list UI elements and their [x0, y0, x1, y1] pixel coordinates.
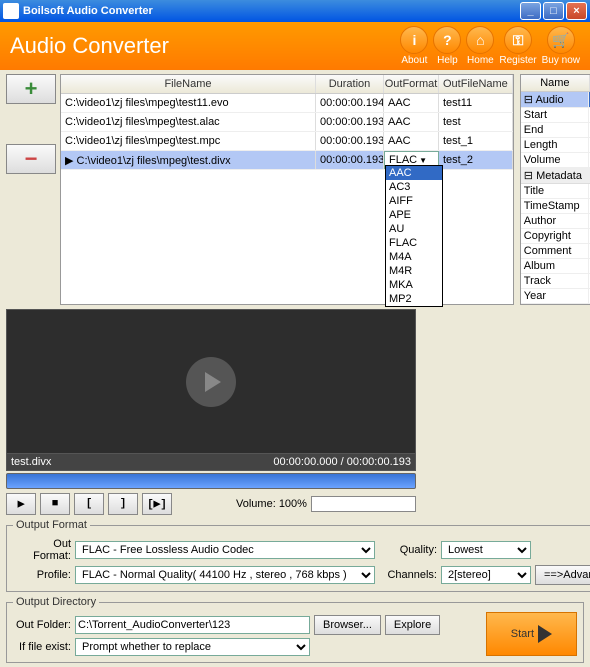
help-icon: ?	[433, 26, 461, 54]
ifexist-select[interactable]: Prompt whether to replace	[75, 638, 310, 656]
output-format-group: Output Format Out Format: FLAC - Free Lo…	[6, 519, 590, 592]
register-icon: ⚿	[504, 26, 532, 54]
dropdown-option[interactable]: MKA	[386, 278, 442, 292]
channels-select[interactable]: 2[stereo]	[441, 566, 531, 584]
dropdown-option[interactable]: MP2	[386, 292, 442, 306]
browse-button[interactable]: Browser...	[314, 615, 381, 635]
prop-row[interactable]: Track	[521, 274, 590, 289]
dropdown-option[interactable]: M4R	[386, 264, 442, 278]
outformat-label: Out Format:	[13, 538, 71, 562]
quality-label: Quality:	[379, 544, 437, 556]
quality-select[interactable]: Lowest	[441, 541, 531, 559]
col-outfilename[interactable]: OutFileName	[439, 75, 513, 93]
format-dropdown[interactable]: AACAC3AIFFAPEAUFLACM4AM4RMKAMP2	[385, 165, 443, 307]
preview-panel: test.divx 00:00:00.000 / 00:00:00.193 ▶ …	[6, 309, 416, 515]
mark-out-button[interactable]: ]	[108, 493, 138, 515]
start-button[interactable]: Start	[486, 612, 577, 656]
outfolder-input[interactable]	[75, 616, 310, 634]
volume-slider[interactable]	[311, 496, 416, 512]
col-filename[interactable]: FileName	[61, 75, 316, 93]
preview-filename: test.divx	[11, 456, 51, 468]
app-title: Audio Converter	[10, 33, 400, 59]
header: Audio Converter iAbout?Help⌂Home⚿Registe…	[0, 22, 590, 70]
dropdown-option[interactable]: FLAC	[386, 236, 442, 250]
prop-row[interactable]: Album	[521, 259, 590, 274]
outformat-select[interactable]: FLAC - Free Lossless Audio Codec	[75, 541, 375, 559]
channels-label: Channels:	[379, 569, 437, 581]
explore-button[interactable]: Explore	[385, 615, 440, 635]
prop-row[interactable]: Start00:00:00.000	[521, 108, 590, 123]
file-table: FileName Duration OutFormat OutFileName …	[60, 74, 514, 305]
minimize-button[interactable]: _	[520, 2, 541, 20]
prop-category-metadata[interactable]: ⊟ Metadata	[521, 168, 590, 184]
stop-button[interactable]: ■	[40, 493, 70, 515]
prop-row[interactable]: Length00:00:00.193	[521, 138, 590, 153]
prop-row[interactable]: Author	[521, 214, 590, 229]
output-format-legend: Output Format	[13, 519, 90, 531]
table-row[interactable]: C:\video1\zj files\mpeg\test.alac00:00:0…	[61, 113, 513, 132]
prop-row[interactable]: Comment	[521, 244, 590, 259]
add-file-button[interactable]: +	[6, 74, 56, 104]
remove-file-button[interactable]: −	[6, 144, 56, 174]
table-row[interactable]: ▶ C:\video1\zj files\mpeg\test.divx00:00…	[61, 151, 513, 170]
outfolder-label: Out Folder:	[13, 619, 71, 631]
mark-in-button[interactable]: [	[74, 493, 104, 515]
start-arrow-icon	[538, 625, 552, 643]
table-row[interactable]: C:\video1\zj files\mpeg\test11.evo00:00:…	[61, 94, 513, 113]
dropdown-option[interactable]: APE	[386, 208, 442, 222]
prop-row[interactable]: Title	[521, 184, 590, 199]
col-duration[interactable]: Duration	[316, 75, 384, 93]
buy now-icon: 🛒	[547, 26, 575, 54]
header-buy-now-button[interactable]: 🛒Buy now	[542, 26, 580, 66]
app-icon	[3, 3, 19, 19]
volume-label: Volume: 100%	[236, 498, 307, 510]
next-button[interactable]: [▶]	[142, 493, 172, 515]
output-directory-legend: Output Directory	[13, 596, 99, 608]
table-row[interactable]: C:\video1\zj files\mpeg\test.mpc00:00:00…	[61, 132, 513, 151]
output-directory-group: Output Directory Out Folder: Browser... …	[6, 596, 584, 663]
prop-row[interactable]: ⊟ Audio1	[521, 92, 590, 108]
dropdown-option[interactable]: AU	[386, 222, 442, 236]
play-button[interactable]: ▶	[6, 493, 36, 515]
header-home-button[interactable]: ⌂Home	[466, 26, 494, 66]
header-about-button[interactable]: iAbout	[400, 26, 428, 66]
ifexist-label: If file exist:	[13, 641, 71, 653]
col-outformat[interactable]: OutFormat	[384, 75, 439, 93]
header-register-button[interactable]: ⚿Register	[499, 26, 536, 66]
prop-row[interactable]: TimeStamp	[521, 199, 590, 214]
dropdown-option[interactable]: AC3	[386, 180, 442, 194]
prop-row[interactable]: Copyright	[521, 229, 590, 244]
play-overlay-icon[interactable]	[186, 357, 236, 407]
prop-row[interactable]: VolumeNormal	[521, 153, 590, 168]
home-icon: ⌂	[466, 26, 494, 54]
titlebar: Boilsoft Audio Converter _ □ ×	[0, 0, 590, 22]
dropdown-option[interactable]: M4A	[386, 250, 442, 264]
advance-button[interactable]: ==>Advance	[535, 565, 590, 585]
profile-label: Profile:	[13, 569, 71, 581]
header-help-button[interactable]: ?Help	[433, 26, 461, 66]
dropdown-option[interactable]: AIFF	[386, 194, 442, 208]
window-title: Boilsoft Audio Converter	[23, 5, 520, 17]
dropdown-option[interactable]: AAC	[386, 166, 442, 180]
profile-select[interactable]: FLAC - Normal Quality( 44100 Hz , stereo…	[75, 566, 375, 584]
maximize-button[interactable]: □	[543, 2, 564, 20]
property-grid: Name Value ⊟ Audio1 Start00:00:00.000 En…	[520, 74, 590, 305]
seek-slider[interactable]	[6, 473, 416, 489]
prop-row[interactable]: End00:00:00.193	[521, 123, 590, 138]
prop-col-name: Name	[521, 75, 590, 91]
close-button[interactable]: ×	[566, 2, 587, 20]
prop-row[interactable]: Year	[521, 289, 590, 304]
video-preview[interactable]	[6, 309, 416, 454]
about-icon: i	[400, 26, 428, 54]
preview-time: 00:00:00.000 / 00:00:00.193	[273, 456, 411, 468]
